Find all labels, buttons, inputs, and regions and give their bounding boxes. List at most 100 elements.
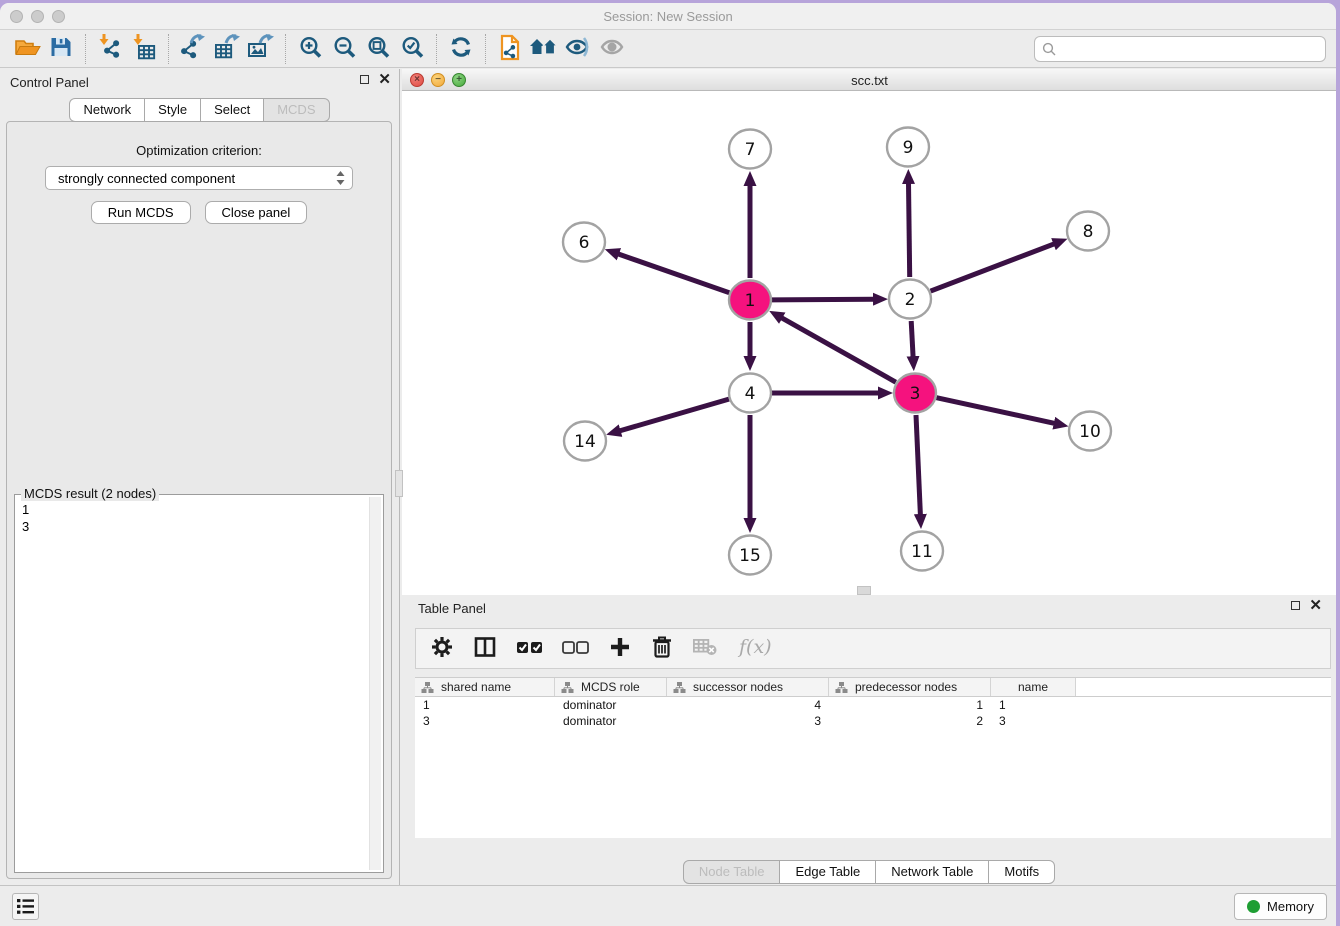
graph-node-3[interactable]: 3 xyxy=(894,374,936,413)
graph-node-14[interactable]: 14 xyxy=(564,422,606,461)
horizontal-split-grip[interactable] xyxy=(857,586,871,595)
close-table-panel-icon[interactable]: ✕ xyxy=(1309,600,1322,611)
table-cell[interactable]: 3 xyxy=(415,714,555,728)
optimization-criterion-select[interactable]: strongly connected component xyxy=(45,166,353,190)
network-frame-titlebar[interactable]: × − + scc.txt xyxy=(402,69,1336,91)
hide-graphics-button[interactable] xyxy=(561,33,595,65)
control-panel-title: Control Panel xyxy=(10,75,89,90)
table-cell[interactable]: 2 xyxy=(829,714,991,728)
tab-select[interactable]: Select xyxy=(200,98,264,122)
table-cell[interactable]: 1 xyxy=(829,698,991,712)
graph-edge-4-14[interactable] xyxy=(620,399,729,431)
svg-text:3: 3 xyxy=(910,384,921,404)
table-cell[interactable]: dominator xyxy=(555,698,667,712)
table-cell[interactable]: 1 xyxy=(415,698,555,712)
memory-status-icon xyxy=(1247,900,1260,913)
graph-node-11[interactable]: 11 xyxy=(901,532,943,571)
table-cell[interactable]: 1 xyxy=(991,698,1076,712)
column-type-icon xyxy=(561,681,574,694)
graph-node-2[interactable]: 2 xyxy=(889,280,931,319)
graph-node-10[interactable]: 10 xyxy=(1069,412,1111,451)
tab-network[interactable]: Network xyxy=(69,98,145,122)
graph-edge-2-3[interactable] xyxy=(911,321,913,357)
import-network-button[interactable] xyxy=(93,33,127,65)
graph-edge-1-6[interactable] xyxy=(618,254,729,293)
graph-edge-2-8[interactable] xyxy=(931,244,1055,291)
task-history-button[interactable] xyxy=(12,893,39,920)
float-table-panel-icon[interactable] xyxy=(1291,601,1300,610)
home-layout-button[interactable] xyxy=(527,33,561,65)
main-toolbar xyxy=(0,30,1336,68)
column-header-name[interactable]: name xyxy=(991,678,1076,696)
tab-style[interactable]: Style xyxy=(144,98,201,122)
header-filler xyxy=(1076,678,1331,696)
export-network-button[interactable] xyxy=(176,33,210,65)
column-header-shared-name[interactable]: shared name xyxy=(415,678,555,696)
result-scrollbar[interactable] xyxy=(369,497,381,870)
network-canvas[interactable]: 7 9 6 8 1 2 4 3 14 10 15 11 xyxy=(402,91,1335,594)
close-panel-icon[interactable]: ✕ xyxy=(378,74,391,85)
dropdown-stepper-icon xyxy=(335,170,346,186)
mcds-result-list[interactable]: 13 xyxy=(18,498,368,869)
zoom-in-button[interactable] xyxy=(293,33,327,65)
graph-edge-3-11[interactable] xyxy=(916,415,920,515)
column-header-successor-nodes[interactable]: successor nodes xyxy=(667,678,829,696)
zoom-fit-button[interactable] xyxy=(361,33,395,65)
export-network-icon xyxy=(180,34,206,63)
svg-text:f(x): f(x) xyxy=(737,636,771,658)
graph-node-9[interactable]: 9 xyxy=(887,128,929,167)
refresh-layout-button[interactable] xyxy=(444,33,478,65)
delete-table-icon xyxy=(692,636,718,661)
show-graphics-button[interactable] xyxy=(595,33,629,65)
graph-node-15[interactable]: 15 xyxy=(729,536,771,575)
graph-edge-3-10[interactable] xyxy=(937,398,1055,424)
mcds-result-item[interactable]: 3 xyxy=(22,518,364,535)
deselect-all-button[interactable] xyxy=(562,635,589,662)
graph-node-7[interactable]: 7 xyxy=(729,130,771,169)
zoom-selected-button[interactable] xyxy=(395,33,429,65)
tab-network-table[interactable]: Network Table xyxy=(875,860,989,884)
columns-button[interactable] xyxy=(473,635,497,662)
import-table-button[interactable] xyxy=(127,33,161,65)
duplicate-network-button[interactable] xyxy=(493,33,527,65)
graph-node-8[interactable]: 8 xyxy=(1067,212,1109,251)
tab-motifs[interactable]: Motifs xyxy=(988,860,1055,884)
tab-mcds[interactable]: MCDS xyxy=(263,98,329,122)
graph-node-4[interactable]: 4 xyxy=(729,374,771,413)
memory-button[interactable]: Memory xyxy=(1234,893,1327,920)
table-cell[interactable]: 4 xyxy=(667,698,829,712)
mcds-result-item[interactable]: 1 xyxy=(22,501,364,518)
column-header-predecessor-nodes[interactable]: predecessor nodes xyxy=(829,678,991,696)
table-cell[interactable]: 3 xyxy=(667,714,829,728)
search-input[interactable] xyxy=(1061,41,1318,56)
open-file-button[interactable] xyxy=(10,33,44,65)
graph-node-6[interactable]: 6 xyxy=(563,223,605,262)
search-box[interactable] xyxy=(1034,36,1326,62)
table-row[interactable]: 3dominator323 xyxy=(415,713,1331,729)
table-cell[interactable]: dominator xyxy=(555,714,667,728)
graph-edge-1-2[interactable] xyxy=(772,299,874,300)
column-header-MCDS-role[interactable]: MCDS role xyxy=(555,678,667,696)
export-image-button[interactable] xyxy=(244,33,278,65)
vertical-split-grip[interactable] xyxy=(395,470,403,497)
delete-entry-button[interactable] xyxy=(651,635,673,662)
mcds-tab-content: Optimization criterion: strongly connect… xyxy=(6,121,392,879)
graph-edge-3-1[interactable] xyxy=(781,318,895,383)
run-mcds-button[interactable]: Run MCDS xyxy=(91,201,191,224)
table-cell[interactable]: 3 xyxy=(991,714,1076,728)
table-row[interactable]: 1dominator411 xyxy=(415,697,1331,713)
save-session-button[interactable] xyxy=(44,33,78,65)
gear-button[interactable] xyxy=(430,635,454,662)
graph-edge-2-9[interactable] xyxy=(909,183,910,277)
graph-node-1[interactable]: 1 xyxy=(729,281,771,320)
select-all-button[interactable] xyxy=(516,635,543,662)
float-panel-icon[interactable] xyxy=(360,75,369,84)
zoom-in-icon xyxy=(299,36,322,62)
tab-edge-table[interactable]: Edge Table xyxy=(779,860,876,884)
zoom-out-button[interactable] xyxy=(327,33,361,65)
close-panel-button[interactable]: Close panel xyxy=(205,201,308,224)
export-table-button[interactable] xyxy=(210,33,244,65)
add-entry-button[interactable] xyxy=(608,635,632,662)
tab-node-table[interactable]: Node Table xyxy=(683,860,781,884)
list-icon xyxy=(17,899,34,914)
